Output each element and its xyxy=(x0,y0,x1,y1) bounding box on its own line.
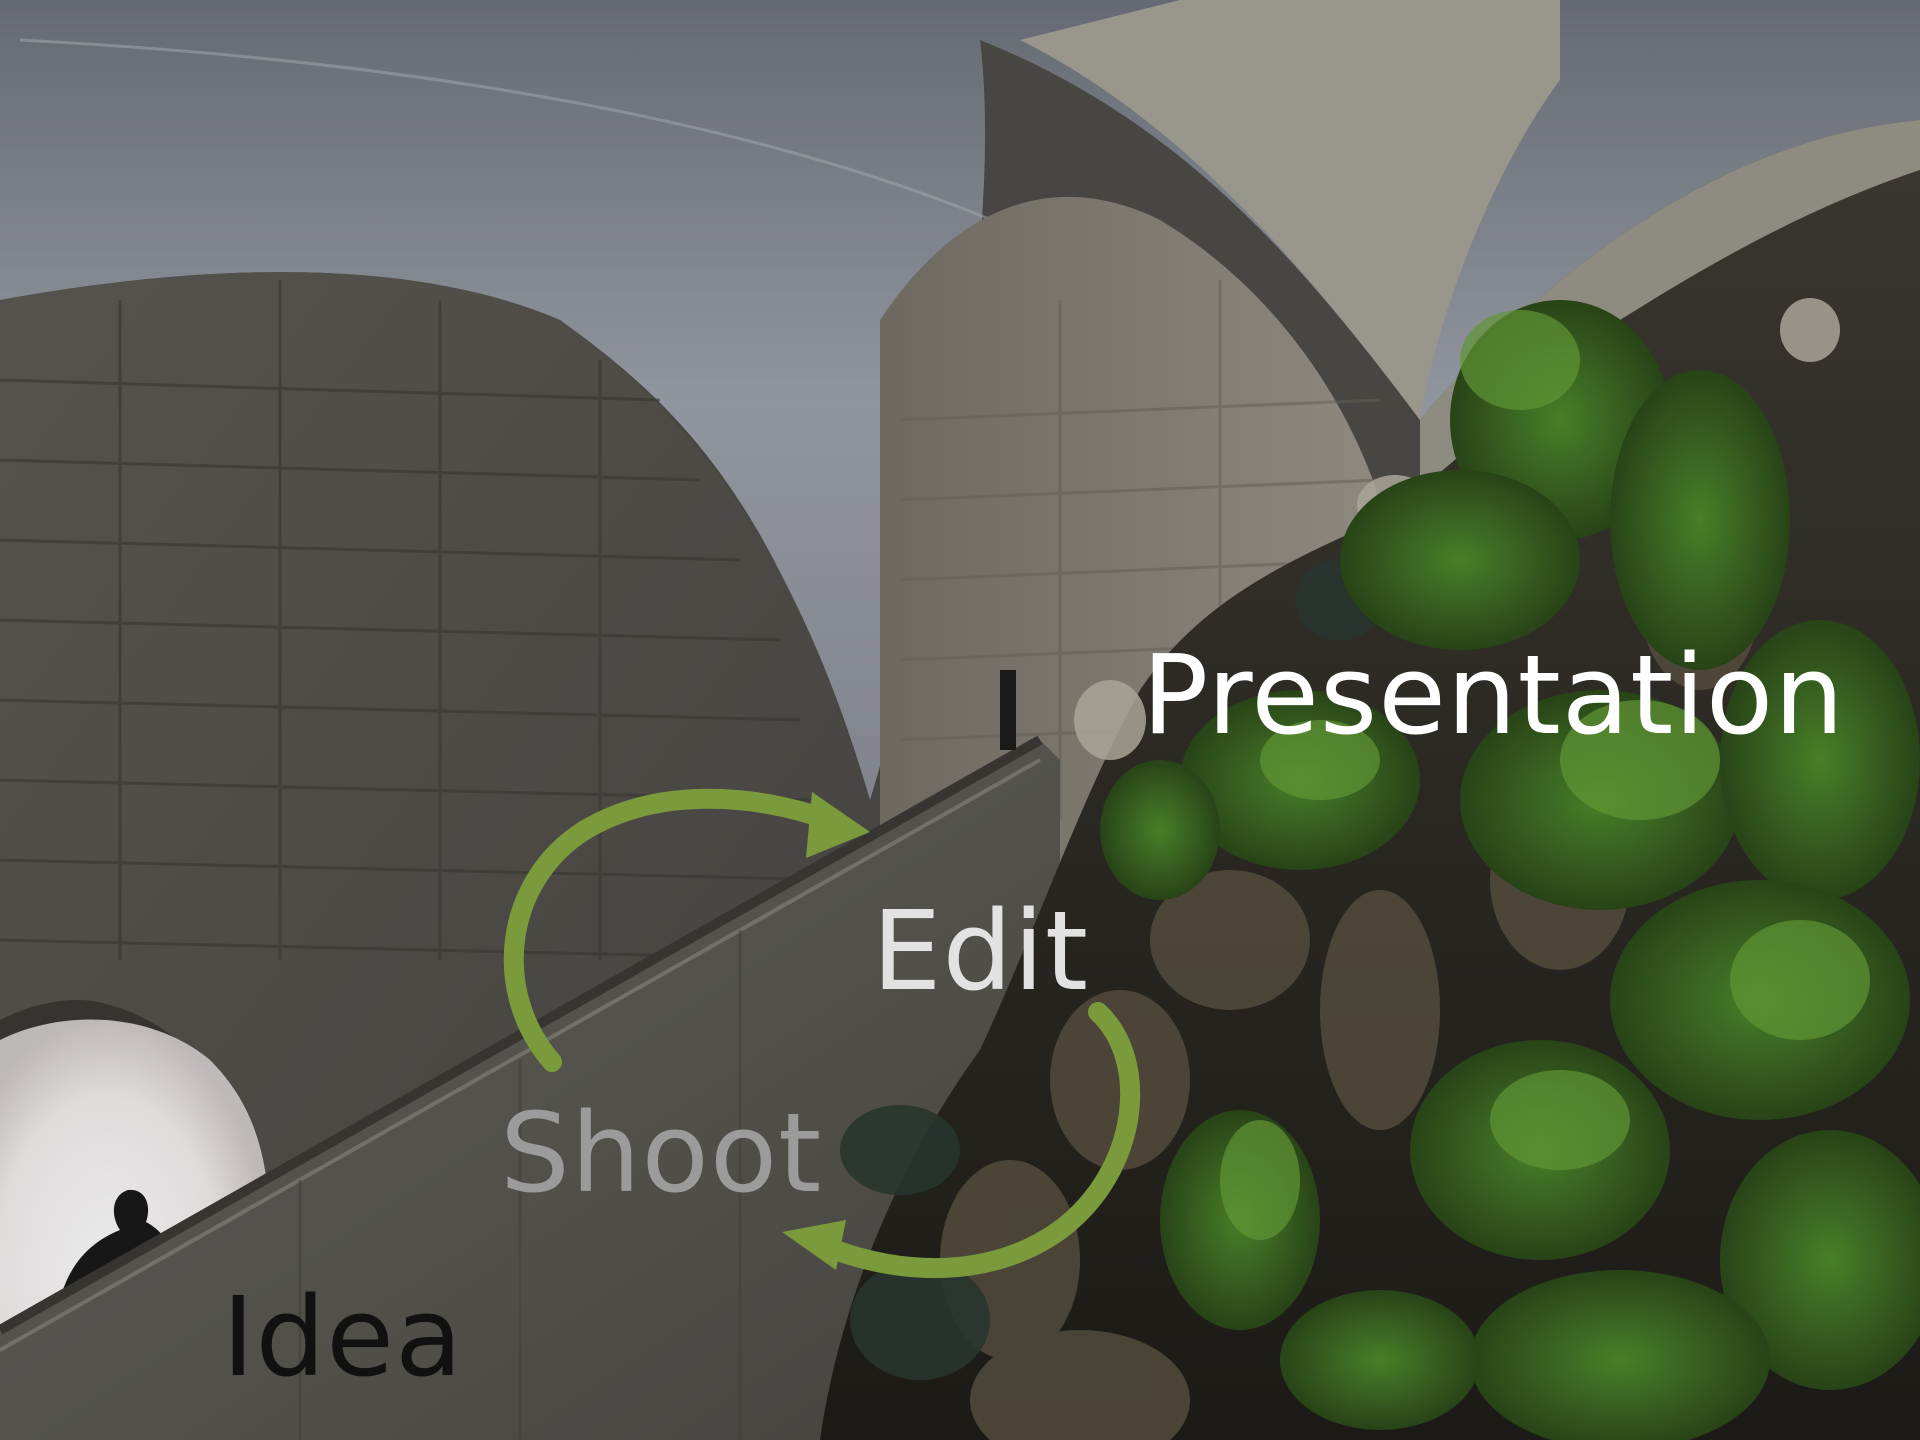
word-presentation: Presentation xyxy=(1142,631,1845,759)
word-idea: Idea xyxy=(222,1273,464,1401)
word-edit: Edit xyxy=(872,887,1090,1015)
slide: Presentation Edit Shoot Idea xyxy=(0,0,1920,1440)
word-shoot: Shoot xyxy=(500,1089,823,1217)
